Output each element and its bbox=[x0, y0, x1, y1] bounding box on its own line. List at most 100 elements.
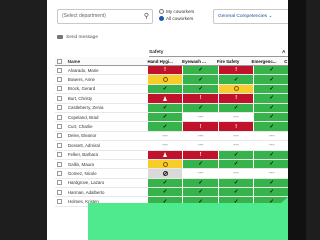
row-checkbox[interactable] bbox=[55, 160, 64, 168]
table-row[interactable]: Harman, Adalberto ✓ ✓ ✓ ✓ bbox=[55, 188, 290, 198]
column-header-emergency[interactable]: Emergenc... bbox=[250, 57, 284, 65]
status-cell-hand-hygiene[interactable]: ✓ bbox=[147, 178, 183, 188]
status-cell-hand-hygiene[interactable]: ✓ bbox=[147, 122, 183, 131]
row-checkbox[interactable] bbox=[55, 85, 64, 93]
status-cell-fire-safety[interactable]: ! bbox=[218, 66, 254, 75]
status-cell-emergency[interactable]: --- bbox=[254, 141, 289, 150]
employee-name[interactable]: Hardgrove, Lazaro bbox=[64, 179, 148, 187]
employee-name[interactable]: Harman, Adalberto bbox=[64, 188, 148, 196]
status-cell-emergency[interactable]: ✓ bbox=[254, 112, 289, 122]
row-checkbox[interactable] bbox=[55, 66, 64, 74]
table-row[interactable]: Felker, Barbara! ✓ ✓ bbox=[55, 150, 290, 160]
status-cell-fire-safety[interactable]: --- bbox=[218, 131, 254, 141]
status-cell-hand-hygiene[interactable]: --- bbox=[147, 131, 183, 141]
status-cell-hand-hygiene[interactable]: ✓ bbox=[147, 103, 183, 112]
status-cell-eyewash[interactable]: ✓ bbox=[183, 103, 218, 112]
table-row[interactable]: Gomez, Nicole --- --- --- bbox=[55, 169, 290, 179]
table-row[interactable]: Brock, Gerard ✓ ✓ ✓ bbox=[55, 84, 290, 95]
row-checkbox[interactable] bbox=[55, 179, 64, 187]
status-cell-hand-hygiene[interactable]: ✓ bbox=[147, 112, 183, 122]
row-checkbox[interactable] bbox=[55, 104, 64, 112]
table-row[interactable]: Copeland, Brad ✓ --- --- ✓ bbox=[55, 112, 290, 123]
row-checkbox[interactable] bbox=[55, 141, 64, 149]
competency-select[interactable]: General Competencies ⌄ bbox=[213, 9, 290, 24]
status-cell-emergency[interactable]: ✓ bbox=[254, 94, 289, 103]
table-row[interactable]: Curt, Charlie ✓!! ✓ bbox=[55, 122, 290, 132]
status-cell-emergency[interactable]: ✓ bbox=[254, 188, 289, 197]
status-cell-eyewash[interactable]: --- bbox=[183, 131, 218, 141]
employee-name[interactable]: Alvarado, Marie bbox=[64, 66, 148, 74]
status-cell-emergency[interactable]: ✓ bbox=[254, 103, 289, 112]
column-header-fire-safety[interactable]: Fire Safety bbox=[215, 57, 249, 65]
status-cell-eyewash[interactable]: ✓ bbox=[183, 159, 218, 169]
table-row[interactable]: Burt, Christy!! ✓ bbox=[55, 94, 290, 104]
status-cell-eyewash[interactable]: ✓ bbox=[183, 75, 218, 84]
status-cell-eyewash[interactable]: --- bbox=[183, 112, 218, 122]
status-cell-emergency[interactable]: ✓ bbox=[254, 75, 289, 84]
row-checkbox[interactable] bbox=[55, 132, 64, 140]
status-cell-eyewash[interactable]: ! bbox=[183, 150, 218, 159]
employee-name[interactable]: Dossett, Admiral bbox=[64, 141, 148, 149]
row-checkbox[interactable] bbox=[55, 122, 64, 130]
employee-name[interactable]: Gallin, Maura bbox=[64, 160, 148, 168]
status-cell-fire-safety[interactable]: ✓ bbox=[218, 178, 254, 188]
status-cell-eyewash[interactable]: ✓ bbox=[183, 66, 218, 75]
radio-all-coworkers[interactable]: All coworkers bbox=[159, 15, 194, 22]
status-cell-hand-hygiene[interactable] bbox=[147, 94, 183, 103]
row-checkbox[interactable] bbox=[55, 94, 64, 102]
table-row[interactable]: Dossett, Admiral --- --- --- --- bbox=[55, 141, 290, 151]
table-row[interactable]: Alvarado, Marie! ✓! ✓ bbox=[55, 66, 290, 76]
status-cell-emergency[interactable]: --- bbox=[254, 131, 289, 141]
column-header-hand-hygiene[interactable]: Hand Hygi... bbox=[145, 57, 179, 65]
name-column-header[interactable]: Name bbox=[64, 57, 146, 65]
row-checkbox[interactable] bbox=[55, 75, 64, 83]
status-cell-hand-hygiene[interactable] bbox=[147, 150, 183, 159]
status-cell-fire-safety[interactable]: --- bbox=[218, 141, 254, 150]
table-row[interactable]: Hardgrove, Lazaro ✓ ✓ ✓ ✓ bbox=[55, 178, 290, 189]
employee-name[interactable]: Burt, Christy bbox=[64, 94, 148, 102]
status-cell-fire-safety[interactable]: ✓ bbox=[218, 150, 254, 159]
status-cell-emergency[interactable]: ✓ bbox=[254, 66, 289, 75]
row-checkbox[interactable] bbox=[55, 151, 64, 159]
employee-name[interactable]: Castleberry, Zenia bbox=[64, 104, 148, 112]
status-cell-emergency[interactable]: ✓ bbox=[254, 159, 289, 169]
status-cell-fire-safety[interactable]: ✓ bbox=[218, 188, 254, 197]
status-cell-fire-safety[interactable]: ! bbox=[218, 94, 254, 103]
status-cell-hand-hygiene[interactable]: ✓ bbox=[147, 84, 183, 94]
radio-my-coworkers[interactable]: My coworkers bbox=[159, 8, 194, 15]
status-cell-emergency[interactable]: ✓ bbox=[254, 178, 289, 188]
status-cell-eyewash[interactable]: ✓ bbox=[183, 84, 218, 94]
status-cell-eyewash[interactable]: --- bbox=[183, 169, 218, 178]
status-cell-eyewash[interactable]: ! bbox=[183, 94, 218, 103]
status-cell-fire-safety[interactable]: --- bbox=[218, 112, 254, 122]
row-checkbox[interactable] bbox=[55, 113, 64, 121]
status-cell-hand-hygiene[interactable]: ! bbox=[147, 66, 183, 75]
table-row[interactable]: Delev, Eleanor --- --- --- --- bbox=[55, 131, 290, 142]
select-all-checkbox[interactable] bbox=[55, 57, 64, 65]
status-cell-hand-hygiene[interactable] bbox=[147, 75, 183, 84]
status-cell-fire-safety[interactable] bbox=[218, 84, 254, 94]
status-cell-hand-hygiene[interactable] bbox=[147, 169, 183, 178]
send-message-button[interactable]: Send message bbox=[57, 33, 98, 41]
table-row[interactable]: Gallin, Maura ✓ ✓ ✓ bbox=[55, 159, 290, 170]
status-cell-emergency[interactable]: ✓ bbox=[254, 150, 289, 159]
status-cell-hand-hygiene[interactable]: --- bbox=[147, 141, 183, 150]
row-checkbox[interactable] bbox=[55, 169, 64, 177]
employee-name[interactable]: Delev, Eleanor bbox=[64, 132, 148, 140]
employee-name[interactable]: Brock, Gerard bbox=[64, 85, 148, 93]
status-cell-eyewash[interactable]: ✓ bbox=[183, 188, 218, 197]
column-header-eyewash[interactable]: Eyewash ... bbox=[180, 57, 214, 65]
status-cell-fire-safety[interactable]: ✓ bbox=[218, 75, 254, 84]
table-row[interactable]: Bowers, Anne ✓ ✓ ✓ bbox=[55, 75, 290, 85]
status-cell-eyewash[interactable]: ✓ bbox=[183, 178, 218, 188]
status-cell-fire-safety[interactable]: --- bbox=[218, 169, 254, 178]
status-cell-fire-safety[interactable]: ✓ bbox=[218, 103, 254, 112]
employee-name[interactable]: Curt, Charlie bbox=[64, 122, 148, 130]
table-row[interactable]: Castleberry, Zenia ✓ ✓ ✓ ✓ bbox=[55, 103, 290, 113]
status-cell-fire-safety[interactable]: ! bbox=[218, 122, 254, 131]
status-cell-eyewash[interactable]: ! bbox=[183, 122, 218, 131]
employee-name[interactable]: Felker, Barbara bbox=[64, 151, 148, 159]
employee-name[interactable]: Gomez, Nicole bbox=[64, 169, 148, 177]
status-cell-emergency[interactable]: --- bbox=[254, 169, 289, 178]
row-checkbox[interactable] bbox=[55, 197, 64, 205]
